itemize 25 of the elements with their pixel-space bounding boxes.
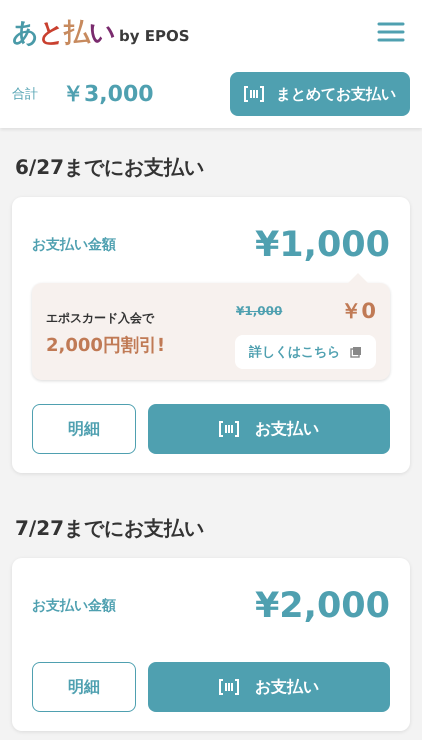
logo-byline: by EPOS	[119, 26, 190, 44]
pay-button[interactable]: お支払い	[148, 662, 390, 712]
pay-all-button[interactable]: まとめてお支払い	[230, 72, 410, 116]
amount-label: お支払い金額	[32, 597, 116, 615]
discounted-price: ￥0	[340, 298, 376, 325]
due-date-heading: 7/27までにお支払い	[14, 515, 206, 542]
details-button[interactable]: 明細	[32, 404, 136, 454]
payment-amount: ¥1,000	[254, 225, 390, 265]
amount-label: お支払い金額	[32, 236, 116, 254]
original-price: ¥1,000	[236, 304, 282, 318]
logo-wordmark: あ と払い	[12, 16, 115, 50]
details-button[interactable]: 明細	[32, 662, 136, 712]
pay-button[interactable]: お支払い	[148, 404, 390, 454]
menu-icon[interactable]	[377, 22, 405, 42]
details-link[interactable]: 詳しくはこちら	[235, 335, 376, 369]
scan-icon	[219, 420, 239, 438]
due-date-heading: 6/27までにお支払い	[14, 154, 206, 181]
scan-icon	[244, 85, 264, 103]
total-amount: ￥3,000	[62, 81, 155, 109]
promo-discount: 2,000円割引!	[46, 334, 166, 356]
total-label: 合計	[12, 86, 38, 103]
promo-text: エポスカード入会で	[46, 310, 156, 326]
scan-icon	[219, 678, 239, 696]
external-link-icon	[350, 346, 362, 358]
payment-amount: ¥2,000	[254, 586, 390, 626]
